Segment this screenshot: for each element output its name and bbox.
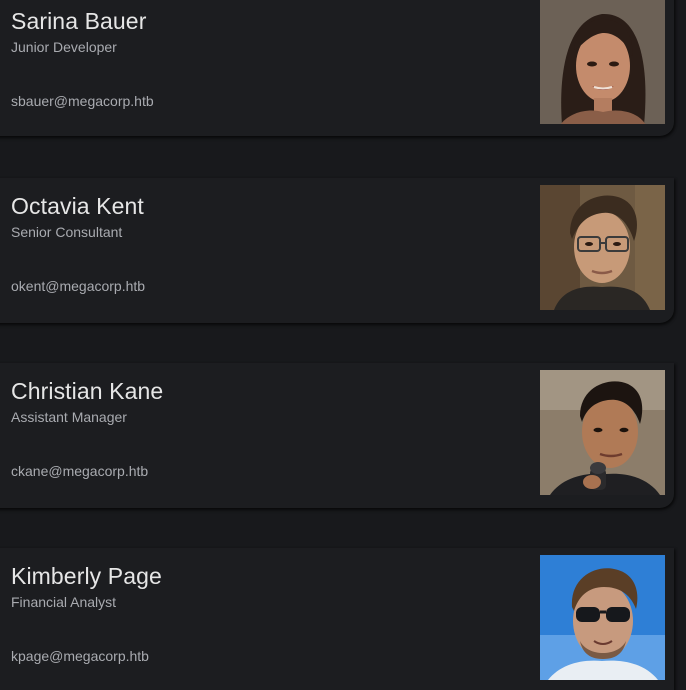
employee-email[interactable]: sbauer@megacorp.htb: [11, 93, 154, 109]
employee-job-title: Financial Analyst: [11, 594, 117, 610]
employee-card-christian-kane[interactable]: Christian Kane Assistant Manager ckane@m…: [0, 363, 674, 508]
man-glasses-portrait-photo-icon: [540, 185, 665, 310]
employee-job-title: Senior Consultant: [11, 224, 123, 240]
employee-photo: [540, 185, 665, 310]
employee-card-kimberly-page[interactable]: Kimberly Page Financial Analyst kpage@me…: [0, 548, 674, 690]
employee-name: Kimberly Page: [11, 563, 162, 589]
employee-name: Octavia Kent: [11, 193, 144, 219]
employee-email[interactable]: okent@megacorp.htb: [11, 278, 145, 294]
employee-email[interactable]: ckane@megacorp.htb: [11, 463, 148, 479]
employee-photo: [540, 555, 665, 680]
employee-photo: [540, 0, 665, 124]
employee-name: Sarina Bauer: [11, 8, 147, 34]
employee-name: Christian Kane: [11, 378, 164, 404]
employee-card-sarina-bauer[interactable]: Sarina Bauer Junior Developer sbauer@meg…: [0, 0, 674, 136]
woman-portrait-photo-icon: [540, 0, 665, 124]
employee-list: Sarina Bauer Junior Developer sbauer@meg…: [0, 0, 686, 690]
employee-card-octavia-kent[interactable]: Octavia Kent Senior Consultant okent@meg…: [0, 178, 674, 323]
man-microphone-portrait-photo-icon: [540, 370, 665, 495]
man-sunglasses-portrait-photo-icon: [540, 555, 665, 680]
employee-job-title: Assistant Manager: [11, 409, 127, 425]
employee-photo: [540, 370, 665, 495]
employee-email[interactable]: kpage@megacorp.htb: [11, 648, 149, 664]
employee-job-title: Junior Developer: [11, 39, 117, 55]
